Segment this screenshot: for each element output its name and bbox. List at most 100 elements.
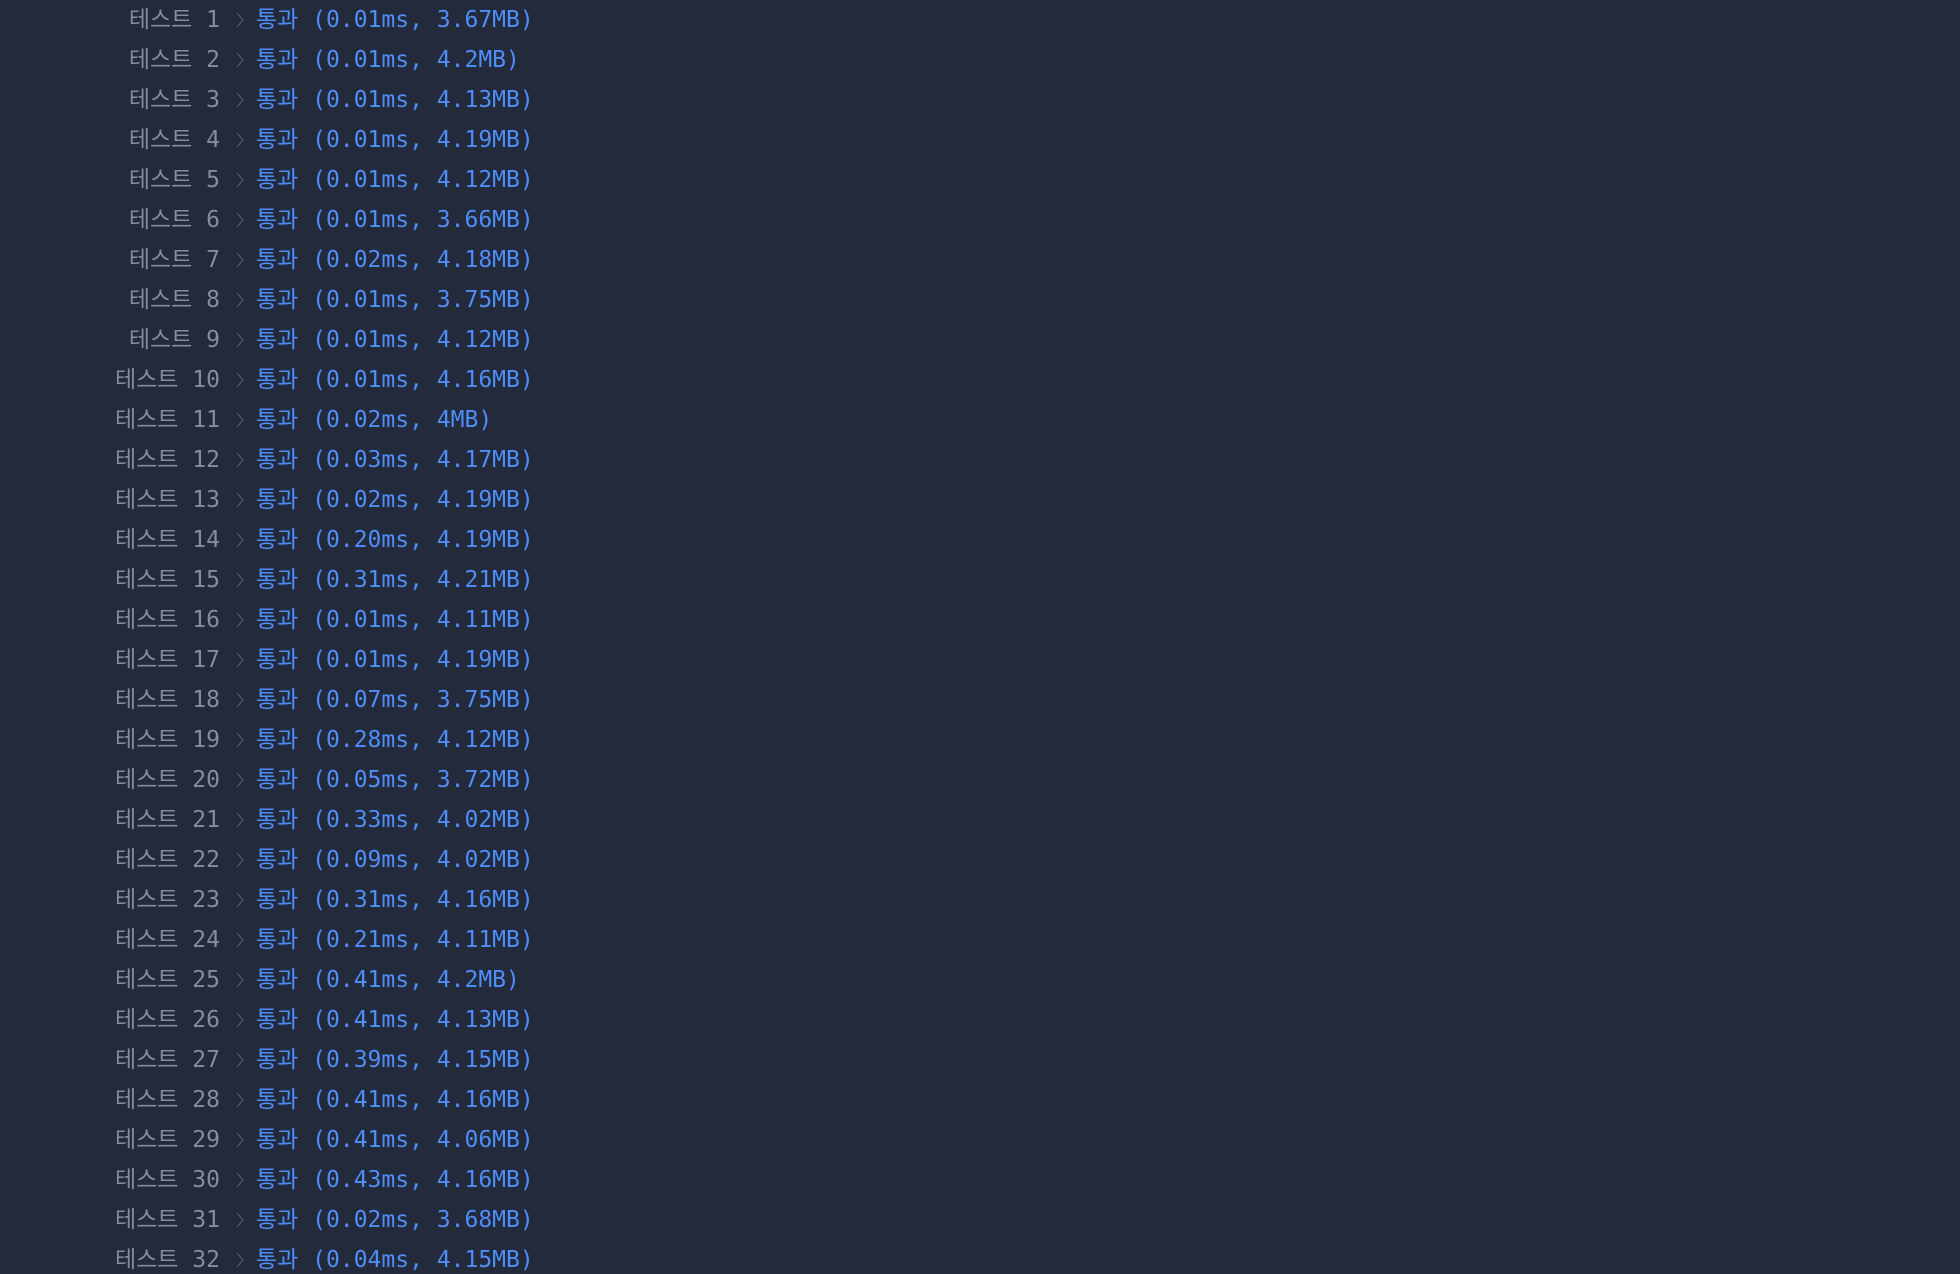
- chevron-right-icon: [229, 280, 251, 320]
- test-label: 테스트 3: [128, 87, 220, 113]
- chevron-right-icon: [229, 160, 251, 200]
- test-result-row: 테스트 4 통과 (0.01ms, 4.19MB): [0, 120, 700, 160]
- chevron-right-icon: [229, 1200, 251, 1240]
- test-label: 테스트 11: [114, 407, 220, 433]
- test-result-text: 통과 (0.02ms, 4.18MB): [256, 247, 534, 273]
- test-label: 테스트 19: [114, 727, 220, 753]
- test-result-text: 통과 (0.01ms, 4.12MB): [256, 327, 534, 353]
- test-label: 테스트 20: [114, 767, 220, 793]
- test-result-row: 테스트 17 통과 (0.01ms, 4.19MB): [0, 640, 700, 680]
- chevron-right-icon: [229, 360, 251, 400]
- test-result-text: 통과 (0.28ms, 4.12MB): [256, 727, 534, 753]
- test-result-row: 테스트 11 통과 (0.02ms, 4MB): [0, 400, 700, 440]
- test-result-text: 통과 (0.01ms, 3.66MB): [256, 207, 534, 233]
- test-results-console: 테스트 1 통과 (0.01ms, 3.67MB) 테스트 2 통과 (0.01ms,…: [0, 0, 1960, 1274]
- test-result-text: 통과 (0.41ms, 4.13MB): [256, 1007, 534, 1033]
- test-label: 테스트 28: [114, 1087, 220, 1113]
- chevron-right-icon: [229, 1120, 251, 1160]
- test-result-text: 통과 (0.21ms, 4.11MB): [256, 927, 534, 953]
- chevron-right-icon: [229, 680, 251, 720]
- chevron-right-icon: [229, 1080, 251, 1120]
- chevron-right-icon: [229, 800, 251, 840]
- test-result-row: 테스트 7 통과 (0.02ms, 4.18MB): [0, 240, 700, 280]
- chevron-right-icon: [229, 880, 251, 920]
- test-result-text: 통과 (0.01ms, 3.67MB): [256, 7, 534, 33]
- chevron-right-icon: [229, 760, 251, 800]
- chevron-right-icon: [229, 600, 251, 640]
- test-label: 테스트 4: [128, 127, 220, 153]
- test-result-row: 테스트 8 통과 (0.01ms, 3.75MB): [0, 280, 700, 320]
- test-label: 테스트 1: [128, 7, 220, 33]
- test-result-row: 테스트 1 통과 (0.01ms, 3.67MB): [0, 0, 700, 40]
- test-result-text: 통과 (0.04ms, 4.15MB): [256, 1247, 534, 1273]
- chevron-right-icon: [229, 320, 251, 360]
- test-label: 테스트 30: [114, 1167, 220, 1193]
- test-result-row: 테스트 3 통과 (0.01ms, 4.13MB): [0, 80, 700, 120]
- chevron-right-icon: [229, 840, 251, 880]
- test-result-row: 테스트 12 통과 (0.03ms, 4.17MB): [0, 440, 700, 480]
- test-result-row: 테스트 13 통과 (0.02ms, 4.19MB): [0, 480, 700, 520]
- test-result-row: 테스트 25 통과 (0.41ms, 4.2MB): [0, 960, 700, 1000]
- test-label: 테스트 27: [114, 1047, 220, 1073]
- chevron-right-icon: [229, 480, 251, 520]
- chevron-right-icon: [229, 960, 251, 1000]
- test-result-row: 테스트 2 통과 (0.01ms, 4.2MB): [0, 40, 700, 80]
- test-result-text: 통과 (0.09ms, 4.02MB): [256, 847, 534, 873]
- test-result-text: 통과 (0.01ms, 3.75MB): [256, 287, 534, 313]
- test-result-text: 통과 (0.01ms, 4.13MB): [256, 87, 534, 113]
- test-result-text: 통과 (0.41ms, 4.06MB): [256, 1127, 534, 1153]
- test-result-row: 테스트 20 통과 (0.05ms, 3.72MB): [0, 760, 700, 800]
- test-result-row: 테스트 19 통과 (0.28ms, 4.12MB): [0, 720, 700, 760]
- test-result-text: 통과 (0.01ms, 4.12MB): [256, 167, 534, 193]
- test-label: 테스트 13: [114, 487, 220, 513]
- chevron-right-icon: [229, 920, 251, 960]
- chevron-right-icon: [229, 720, 251, 760]
- chevron-right-icon: [229, 240, 251, 280]
- test-label: 테스트 31: [114, 1207, 220, 1233]
- test-result-row: 테스트 30 통과 (0.43ms, 4.16MB): [0, 1160, 700, 1200]
- chevron-right-icon: [229, 1240, 251, 1274]
- test-result-text: 통과 (0.41ms, 4.2MB): [256, 967, 520, 993]
- test-label: 테스트 17: [114, 647, 220, 673]
- test-result-row: 테스트 27 통과 (0.39ms, 4.15MB): [0, 1040, 700, 1080]
- chevron-right-icon: [229, 1040, 251, 1080]
- test-result-text: 통과 (0.02ms, 3.68MB): [256, 1207, 534, 1233]
- chevron-right-icon: [229, 640, 251, 680]
- test-label: 테스트 29: [114, 1127, 220, 1153]
- chevron-right-icon: [229, 0, 251, 40]
- chevron-right-icon: [229, 80, 251, 120]
- test-result-text: 통과 (0.43ms, 4.16MB): [256, 1167, 534, 1193]
- test-result-text: 통과 (0.02ms, 4MB): [256, 407, 493, 433]
- test-label: 테스트 18: [114, 687, 220, 713]
- test-result-row: 테스트 15 통과 (0.31ms, 4.21MB): [0, 560, 700, 600]
- test-label: 테스트 7: [128, 247, 220, 273]
- test-result-row: 테스트 31 통과 (0.02ms, 3.68MB): [0, 1200, 700, 1240]
- test-result-row: 테스트 26 통과 (0.41ms, 4.13MB): [0, 1000, 700, 1040]
- test-label: 테스트 12: [114, 447, 220, 473]
- test-result-row: 테스트 10 통과 (0.01ms, 4.16MB): [0, 360, 700, 400]
- test-label: 테스트 8: [128, 287, 220, 313]
- test-result-row: 테스트 16 통과 (0.01ms, 4.11MB): [0, 600, 700, 640]
- test-result-row: 테스트 23 통과 (0.31ms, 4.16MB): [0, 880, 700, 920]
- test-label: 테스트 16: [114, 607, 220, 633]
- chevron-right-icon: [229, 400, 251, 440]
- chevron-right-icon: [229, 560, 251, 600]
- test-result-row: 테스트 9 통과 (0.01ms, 4.12MB): [0, 320, 700, 360]
- test-result-row: 테스트 14 통과 (0.20ms, 4.19MB): [0, 520, 700, 560]
- test-result-text: 통과 (0.01ms, 4.19MB): [256, 127, 534, 153]
- test-result-text: 통과 (0.01ms, 4.16MB): [256, 367, 534, 393]
- test-result-text: 통과 (0.01ms, 4.11MB): [256, 607, 534, 633]
- test-label: 테스트 10: [114, 367, 220, 393]
- chevron-right-icon: [229, 120, 251, 160]
- test-result-text: 통과 (0.02ms, 4.19MB): [256, 487, 534, 513]
- chevron-right-icon: [229, 200, 251, 240]
- test-result-text: 통과 (0.03ms, 4.17MB): [256, 447, 534, 473]
- test-result-row: 테스트 24 통과 (0.21ms, 4.11MB): [0, 920, 700, 960]
- test-label: 테스트 15: [114, 567, 220, 593]
- test-result-text: 통과 (0.07ms, 3.75MB): [256, 687, 534, 713]
- test-result-row: 테스트 29 통과 (0.41ms, 4.06MB): [0, 1120, 700, 1160]
- test-result-row: 테스트 28 통과 (0.41ms, 4.16MB): [0, 1080, 700, 1120]
- test-results-list: 테스트 1 통과 (0.01ms, 3.67MB) 테스트 2 통과 (0.01ms,…: [0, 0, 700, 1274]
- test-result-text: 통과 (0.41ms, 4.16MB): [256, 1087, 534, 1113]
- test-result-row: 테스트 21 통과 (0.33ms, 4.02MB): [0, 800, 700, 840]
